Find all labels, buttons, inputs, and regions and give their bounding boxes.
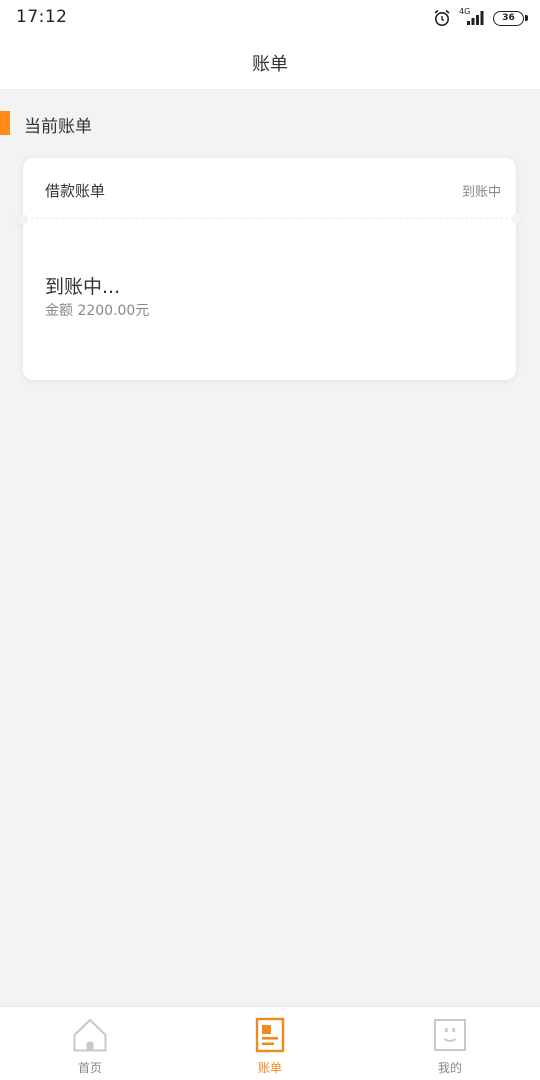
- card-divider: [31, 218, 508, 219]
- page-title: 账单: [252, 53, 288, 75]
- signal-indicator: 4G: [459, 7, 485, 27]
- nav-label-mine: 我的: [437, 1061, 462, 1075]
- bill-type: 借款账单: [45, 182, 106, 200]
- section-marker: [0, 111, 10, 135]
- bottom-nav: 首页 账单 我的: [0, 1006, 540, 1080]
- card-notch-left: [18, 214, 28, 224]
- bill-card[interactable]: 借款账单 到账中 到账中... 金额 2200.00元: [18, 158, 521, 380]
- bill-status: 到账中...: [45, 276, 121, 298]
- nav-item-mine[interactable]: 我的: [360, 1007, 540, 1080]
- nav-item-home[interactable]: 首页: [0, 1007, 180, 1080]
- bill-card-header: 借款账单 到账中: [23, 158, 516, 219]
- status-time: 17:12: [16, 7, 68, 27]
- status-icons: 4G 36: [433, 7, 528, 28]
- nav-item-bill[interactable]: 账单: [180, 1007, 360, 1080]
- bill-icon: [255, 1017, 285, 1053]
- card-notch-right: [511, 214, 521, 224]
- nav-label-home: 首页: [77, 1061, 102, 1075]
- nav-label-bill: 账单: [257, 1061, 282, 1075]
- header: 账单: [0, 36, 540, 90]
- bill-status-tag: 到账中: [461, 185, 501, 200]
- battery-tip: [525, 14, 528, 21]
- battery-level: 36: [502, 13, 515, 23]
- section-title: 当前账单: [24, 117, 92, 137]
- bill-amount: 金额 2200.00元: [45, 303, 150, 319]
- alarm-icon: [434, 9, 450, 26]
- status-bar: 17:12 4G 36: [0, 0, 540, 36]
- battery-icon: 36: [493, 10, 528, 26]
- signal-icon: [467, 11, 484, 25]
- home-icon: [73, 1019, 107, 1052]
- profile-icon: [434, 1019, 466, 1051]
